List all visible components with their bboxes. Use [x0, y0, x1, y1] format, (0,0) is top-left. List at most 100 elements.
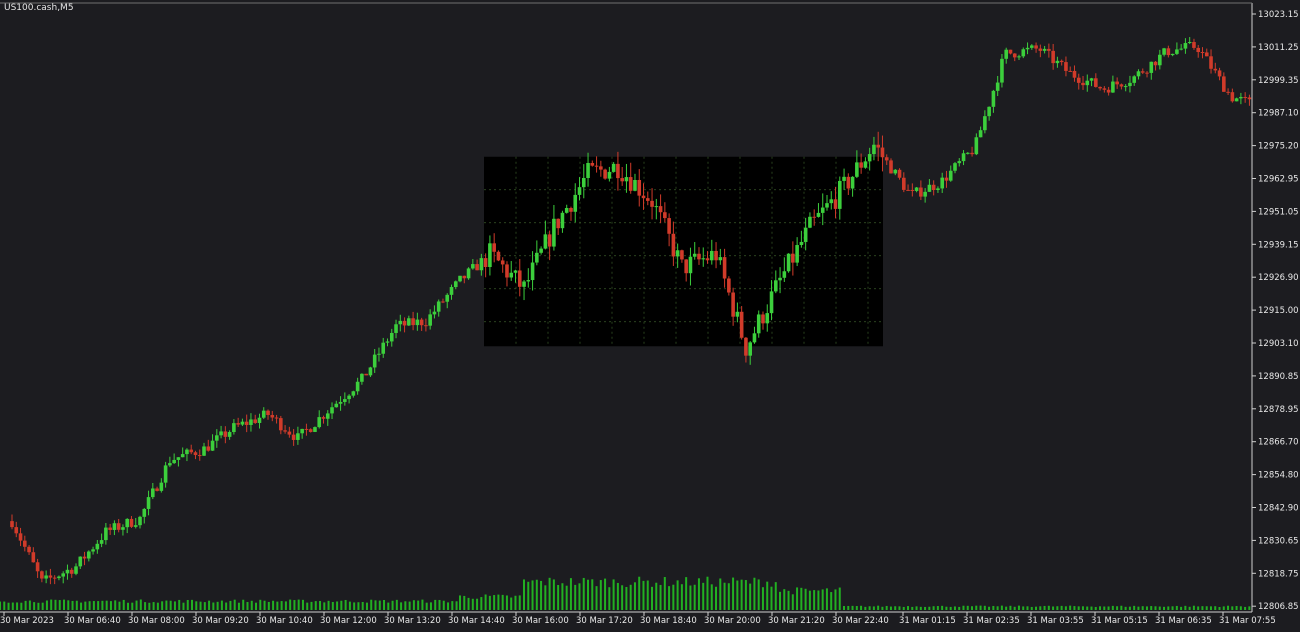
volume-bar	[561, 583, 564, 610]
candle-body	[778, 277, 782, 281]
candle-body	[825, 203, 829, 208]
candle-body	[509, 272, 514, 278]
volume-bar	[1069, 605, 1072, 610]
volume-bar	[54, 599, 57, 610]
volume-bar	[50, 599, 53, 610]
y-tick-label: 12903.10	[1258, 339, 1299, 349]
volume-bar	[548, 577, 551, 610]
candle-body	[1085, 80, 1090, 86]
volume-bar	[1205, 606, 1208, 610]
candle-body	[1004, 49, 1009, 59]
y-tick-label: 12951.05	[1258, 207, 1299, 217]
candle-body	[1115, 81, 1119, 85]
candle-body	[863, 161, 868, 168]
volume-bar	[689, 585, 692, 610]
candle-body	[300, 428, 304, 434]
volume-bar	[306, 602, 309, 610]
volume-bar	[1064, 606, 1067, 610]
volume-bar	[459, 595, 461, 610]
candle-body	[351, 391, 356, 396]
candle-body	[701, 258, 706, 260]
volume-bar	[1060, 605, 1063, 610]
volume-bar	[497, 594, 500, 610]
candle-body	[14, 527, 19, 534]
candle-body	[923, 191, 927, 197]
candle-body	[829, 199, 834, 204]
volume-bar	[796, 587, 799, 610]
candle-body	[1098, 86, 1102, 89]
candle-body	[714, 250, 718, 261]
volume-bar	[1158, 606, 1161, 610]
candle-body	[1047, 48, 1051, 51]
candle-body	[189, 449, 194, 453]
x-tick-labels: 30 Mar 2023 30 Mar 06:40 30 Mar 08:00 30 Ma…	[0, 612, 1276, 626]
volume-bar	[514, 595, 517, 610]
volume-bar	[216, 601, 219, 610]
volume-bar	[387, 602, 390, 610]
candle-body	[1136, 71, 1141, 77]
candle-body	[436, 301, 441, 312]
candle-body	[607, 171, 612, 179]
candle-body	[95, 543, 100, 550]
candle-body	[833, 199, 838, 209]
candle-body	[569, 207, 573, 212]
volume-bar	[697, 578, 700, 610]
candle-body	[931, 184, 936, 191]
volume-bar	[949, 606, 952, 610]
volume-bar	[109, 601, 112, 610]
candle-body	[1170, 53, 1175, 56]
candle-body	[803, 227, 808, 242]
candle-body	[893, 169, 898, 174]
volume-bar	[63, 599, 66, 610]
candle-body	[944, 177, 949, 181]
candle-body	[287, 431, 292, 435]
candle-body	[377, 353, 381, 355]
volume-bar	[523, 579, 525, 610]
volume-bar	[958, 606, 961, 610]
candle-body	[483, 258, 488, 267]
volume-bar	[770, 586, 773, 610]
volume-bar	[744, 580, 747, 610]
candle-body	[270, 414, 275, 418]
volume-bar	[808, 590, 811, 610]
candle-body	[791, 253, 795, 263]
candle-body	[637, 179, 642, 196]
y-tick-label: 12999.35	[1258, 76, 1299, 86]
candle-body	[244, 421, 249, 425]
candle-body	[1030, 45, 1034, 48]
candle-body	[428, 314, 432, 326]
volume-bar	[161, 601, 164, 610]
candle-body	[202, 446, 206, 456]
volume-bar	[510, 597, 513, 610]
volume-bar	[144, 602, 147, 610]
candle-body	[385, 341, 390, 343]
candle-body	[334, 403, 339, 408]
volume-bar	[710, 584, 713, 610]
candle-body	[215, 435, 219, 441]
volume-bar	[327, 600, 330, 610]
candle-body	[1017, 56, 1021, 58]
candle-body	[556, 218, 560, 229]
volume-bar	[843, 606, 845, 610]
volume-bar	[1099, 606, 1102, 610]
volume-bar	[1077, 606, 1080, 610]
candle-body	[176, 457, 181, 460]
volume-bar	[855, 606, 858, 610]
candle-body	[61, 573, 66, 577]
candle-body	[795, 245, 799, 263]
candle-body	[1064, 62, 1068, 71]
volume-bar	[370, 599, 373, 610]
volume-bar	[894, 606, 897, 610]
volume-bar	[361, 601, 364, 610]
volume-bar	[1180, 606, 1183, 610]
candle-body	[330, 407, 334, 414]
candle-body	[957, 161, 962, 164]
volume-bar	[191, 599, 194, 610]
volume-bar	[1047, 605, 1050, 610]
candle-body	[966, 152, 970, 154]
volume-bar	[310, 601, 313, 610]
candle-body	[206, 446, 211, 451]
volume-bar	[672, 584, 675, 610]
candle-body	[1106, 89, 1111, 93]
candle-body	[1021, 49, 1026, 57]
